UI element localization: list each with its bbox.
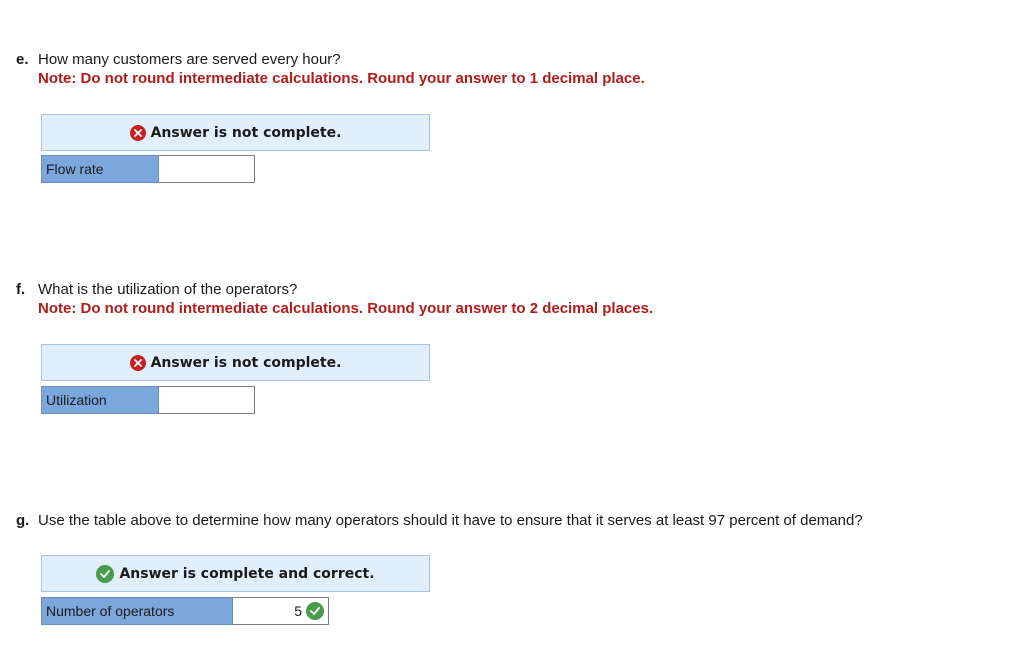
status-text: Answer is complete and correct. (119, 565, 375, 582)
status-text: Answer is not complete. (150, 354, 342, 371)
answer-row-utilization: Utilization (41, 386, 255, 414)
answer-row-flow-rate: Flow rate (41, 155, 255, 183)
field-label: Number of operators (41, 597, 233, 625)
status-banner: Answer is not complete. (41, 344, 430, 381)
status-banner: Answer is not complete. (41, 114, 430, 151)
question-letter: f. (16, 281, 26, 298)
question-letter: e. (16, 51, 29, 68)
question-f: f. What is the utilization of the operato… (16, 280, 297, 299)
question-text: What is the utilization of the operators… (38, 281, 298, 298)
status-banner: Answer is complete and correct. (41, 555, 430, 592)
question-text: Use the table above to determine how man… (38, 512, 863, 529)
rounding-note: Note: Do not round intermediate calculat… (38, 300, 654, 317)
field-label: Flow rate (41, 155, 159, 183)
question-letter: g. (16, 512, 30, 529)
utilization-input[interactable] (159, 386, 255, 414)
question-text: How many customers are served every hour… (38, 51, 341, 68)
x-circle-icon (129, 354, 146, 371)
field-label: Utilization (41, 386, 159, 414)
check-circle-icon (306, 602, 324, 620)
number-of-operators-input[interactable]: 5 (233, 597, 329, 625)
x-circle-icon (129, 124, 146, 141)
rounding-note: Note: Do not round intermediate calculat… (38, 70, 645, 87)
status-text: Answer is not complete. (150, 124, 342, 141)
answer-row-number-of-operators: Number of operators 5 (41, 597, 329, 625)
answer-value: 5 (294, 603, 302, 619)
flow-rate-input[interactable] (159, 155, 255, 183)
question-e: e. How many customers are served every ho… (16, 50, 341, 69)
question-g: g. Use the table above to determine how m… (16, 511, 863, 530)
check-circle-icon (96, 564, 115, 583)
